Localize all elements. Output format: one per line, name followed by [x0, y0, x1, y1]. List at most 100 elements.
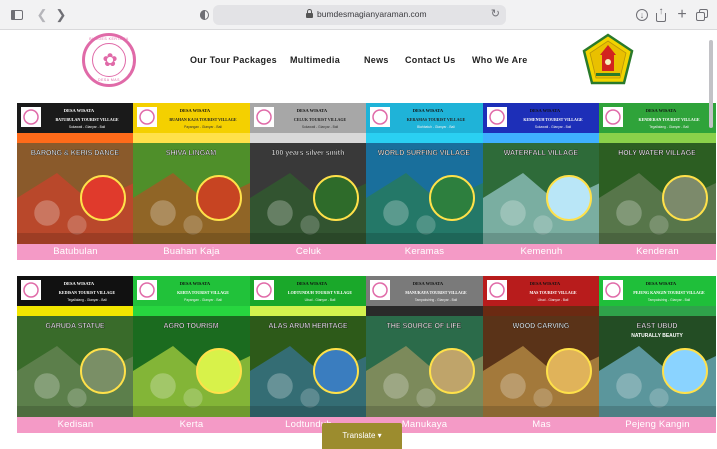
poster-location: Ubud - Gianyar - Bali [538, 298, 569, 302]
poster-photo-circle [662, 348, 708, 394]
village-name-caption[interactable]: Kerta [133, 417, 250, 433]
poster-color-stripe [133, 133, 250, 143]
poster-location: Tegallalang - Gianyar - Bali [649, 125, 689, 129]
poster-desa-label: DESA WISATA [530, 108, 561, 113]
poster-photo-small [183, 388, 203, 408]
village-name-caption[interactable]: Kedisan [17, 417, 134, 433]
village-name-caption[interactable]: Kenderan [599, 244, 716, 260]
village-name-caption[interactable]: Kemenuh [483, 244, 600, 260]
poster-photo-small [500, 373, 526, 399]
back-icon[interactable]: ❮ [34, 7, 50, 23]
nav-news[interactable]: News [364, 55, 389, 67]
poster-village-title: KEMENUH TOURIST VILLAGE [523, 117, 583, 122]
download-icon[interactable]: ↓ [634, 7, 650, 23]
url-text: bumdesmagianyaraman.com [317, 9, 427, 19]
village-name-caption[interactable]: Pejeng Kangin [599, 417, 716, 433]
poster-artwork: DESA WISATA KEMENUH TOURIST VILLAGE Sukawa… [483, 103, 600, 244]
nav-our-tour-packages[interactable]: Our Tour Packages [190, 55, 277, 67]
privacy-shield-icon[interactable] [196, 7, 212, 23]
village-name-caption[interactable]: Celuk [250, 244, 367, 260]
poster-color-stripe [483, 133, 600, 143]
lock-icon [306, 9, 313, 19]
browser-toolbar: ❮ ❯ bumdesmagianyaraman.com ↻ ↓ ↑ + [0, 0, 717, 30]
poster-village-title: LODTUNDUH TOURIST VILLAGE [288, 290, 353, 295]
poster-footer [250, 233, 367, 244]
poster-artwork: DESA WISATA KERTA TOURIST VILLAGE Payangan… [133, 276, 250, 417]
poster-tagline: BARONG & KERIS DANCE [31, 150, 120, 157]
gianyar-regency-emblem[interactable] [582, 33, 634, 87]
poster-footer [483, 406, 600, 417]
poster-photo-small [416, 388, 436, 408]
village-poster[interactable]: DESA WISATA CELUK TOURIST VILLAGE Sukawati… [250, 103, 367, 244]
nav-who-we-are[interactable]: Who We Are [472, 55, 528, 67]
poster-location: Sukawati - Gianyar - Bali [535, 125, 572, 129]
bumdes-logo[interactable]: BUMDES KERTAMA ✿ DESA MAS [82, 33, 136, 87]
poster-photo-small [500, 200, 526, 226]
share-icon[interactable]: ↑ [653, 6, 669, 23]
village-poster[interactable]: DESA WISATA KEDISAN TOURIST VILLAGE Tegall… [17, 276, 134, 417]
poster-photo-small [649, 388, 669, 408]
poster-photo-small [649, 215, 669, 235]
village-poster[interactable]: DESA WISATA KERAMAS TOURIST VILLAGE Blahba… [366, 103, 483, 244]
poster-desa-label: DESA WISATA [646, 108, 677, 113]
poster-photo-small [34, 373, 60, 399]
poster-color-stripe [17, 133, 134, 143]
poster-artwork: DESA WISATA KENDERAN TOURIST VILLAGE Tegal… [599, 103, 716, 244]
poster-photo-small [150, 373, 176, 399]
poster-color-stripe [17, 306, 134, 316]
poster-artwork: DESA WISATA KEDISAN TOURIST VILLAGE Tegall… [17, 276, 134, 417]
poster-photo-circle [546, 175, 592, 221]
poster-village-title: BATUBULAN TOURIST VILLAGE [56, 117, 119, 122]
reload-icon[interactable]: ↻ [491, 7, 500, 20]
poster-desa-label: DESA WISATA [297, 108, 328, 113]
poster-tagline: 100 years silver smith [272, 150, 345, 157]
poster-tagline: AGRO TOURISM [163, 323, 218, 330]
poster-tagline: WATERFALL VILLAGE [504, 150, 579, 157]
poster-artwork: DESA WISATA CELUK TOURIST VILLAGE Sukawati… [250, 103, 367, 244]
poster-desa-label: DESA WISATA [530, 281, 561, 286]
page-scrollbar[interactable] [709, 40, 713, 128]
poster-tagline: HOLY WATER VILLAGE [618, 150, 696, 157]
poster-desa-label: DESA WISATA [180, 281, 211, 286]
poster-tagline: THE SOURCE OF LIFE [387, 323, 462, 330]
village-poster[interactable]: DESA WISATA BUAHAN KAJA TOURIST VILLAGE Pa… [133, 103, 250, 244]
poster-photo-circle [80, 348, 126, 394]
village-name-caption[interactable]: Batubulan [17, 244, 134, 260]
poster-location: Sukawati - Gianyar - Bali [69, 125, 106, 129]
poster-footer [366, 406, 483, 417]
poster-footer [133, 233, 250, 244]
nav-contact-us[interactable]: Contact Us [405, 55, 456, 67]
poster-desa-label: DESA WISATA [413, 281, 444, 286]
village-poster[interactable]: DESA WISATA LODTUNDUH TOURIST VILLAGE Ubud… [250, 276, 367, 417]
poster-location: Tegallalang - Gianyar - Bali [67, 298, 107, 302]
poster-photo-small [533, 388, 553, 408]
poster-tagline: ALAS ARUM HERITAGE [268, 323, 348, 330]
village-poster[interactable]: DESA WISATA KEMENUH TOURIST VILLAGE Sukawa… [483, 103, 600, 244]
poster-artwork: DESA WISATA KERAMAS TOURIST VILLAGE Blahba… [366, 103, 483, 244]
village-name-caption[interactable]: Keramas [366, 244, 483, 260]
poster-artwork: DESA WISATA LODTUNDUH TOURIST VILLAGE Ubud… [250, 276, 367, 417]
village-poster[interactable]: DESA WISATA KENDERAN TOURIST VILLAGE Tegal… [599, 103, 716, 244]
nav-multimedia[interactable]: Multimedia [290, 55, 340, 67]
village-name-caption[interactable]: Buahan Kaja [133, 244, 250, 260]
poster-photo-small [383, 373, 409, 399]
poster-village-title: PEJENG KANGIN TOURIST VILLAGE [633, 290, 705, 295]
village-poster[interactable]: DESA WISATA MAS TOURIST VILLAGE Ubud - Gia… [483, 276, 600, 417]
forward-icon[interactable]: ❯ [53, 7, 69, 23]
poster-artwork: DESA WISATA BATUBULAN TOURIST VILLAGE Suka… [17, 103, 134, 244]
poster-photo-small [300, 215, 320, 235]
poster-color-stripe [599, 306, 716, 316]
address-bar[interactable]: bumdesmagianyaraman.com ↻ [213, 5, 506, 25]
new-tab-icon[interactable]: + [674, 7, 690, 23]
poster-photo-circle [196, 348, 242, 394]
village-poster[interactable]: DESA WISATA BATUBULAN TOURIST VILLAGE Suka… [17, 103, 134, 244]
poster-photo-circle [80, 175, 126, 221]
village-poster[interactable]: DESA WISATA PEJENG KANGIN TOURIST VILLAGE… [599, 276, 716, 417]
village-poster[interactable]: DESA WISATA KERTA TOURIST VILLAGE Payangan… [133, 276, 250, 417]
tab-overview-icon[interactable] [694, 7, 710, 23]
village-name-caption[interactable]: Mas [483, 417, 600, 433]
translate-button[interactable]: Translate ▾ [322, 423, 402, 449]
poster-footer [17, 233, 134, 244]
village-poster[interactable]: DESA WISATA MANUKAYA TOURIST VILLAGE Tampa… [366, 276, 483, 417]
sidebar-icon[interactable] [9, 7, 25, 23]
